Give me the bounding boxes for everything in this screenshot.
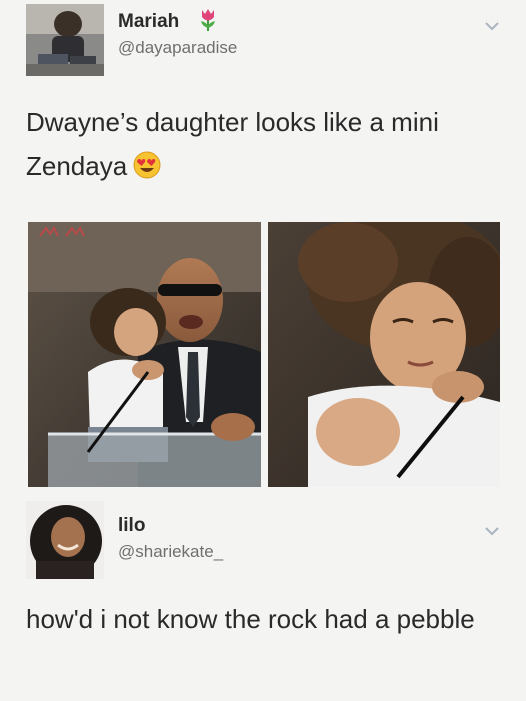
tweet-text: how'd i not know the rock had a pebble: [26, 604, 475, 634]
chevron-down-icon[interactable]: [484, 523, 500, 541]
display-name[interactable]: lilo: [118, 515, 145, 537]
chevron-down-icon[interactable]: [484, 18, 500, 36]
photo-rock-holding-daughter[interactable]: [28, 222, 261, 487]
photo-daughter-closeup[interactable]: [268, 222, 500, 487]
tweet-mariah: Mariah @dayaparadise Dwayne’s daughter l…: [0, 0, 526, 495]
tweet-text: Dwayne’s daughter looks like a mini Zend…: [26, 100, 506, 192]
username-handle[interactable]: @dayaparadise: [118, 38, 237, 58]
heart-eyes-emoji-icon: [133, 148, 161, 192]
tweet-text-content: Dwayne’s daughter looks like a mini Zend…: [26, 107, 439, 181]
avatar[interactable]: [26, 501, 104, 579]
avatar[interactable]: [26, 4, 104, 76]
tulip-icon: [198, 8, 218, 37]
tweet-lilo: lilo @shariekate_ how'd i not know the r…: [0, 495, 526, 701]
display-name[interactable]: Mariah: [118, 11, 179, 33]
username-handle[interactable]: @shariekate_: [118, 542, 223, 562]
